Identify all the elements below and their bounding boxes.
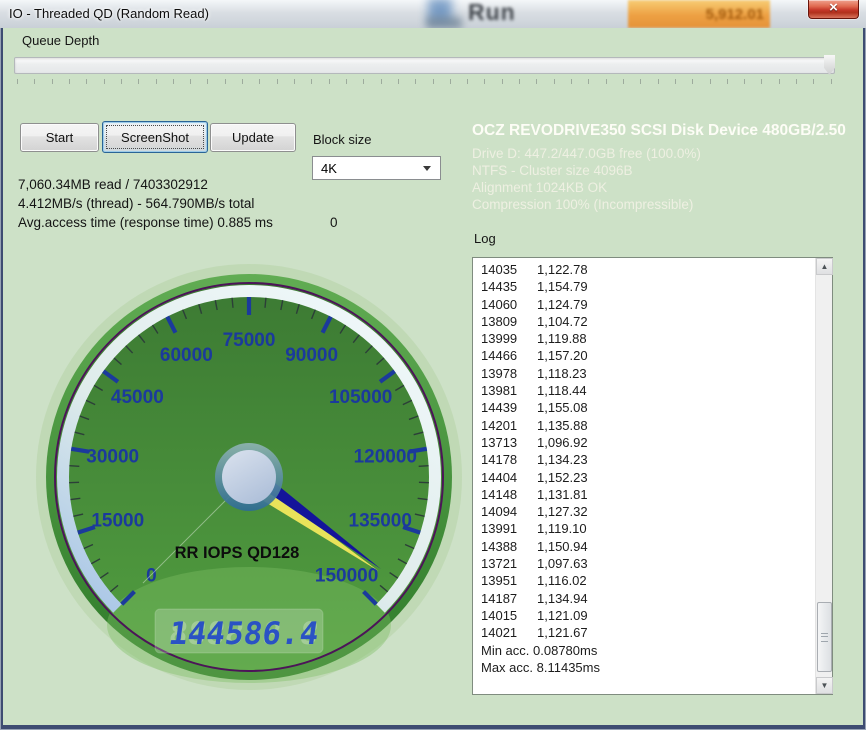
scroll-up-icon[interactable]: ▲ [816, 258, 833, 275]
block-size-label: Block size [313, 132, 372, 147]
list-item: 14435 1,154.79 [481, 279, 588, 295]
drive-detail-line: Compression 100% (Incompressible) [472, 197, 694, 212]
list-item: 14187 1,134.94 [481, 590, 588, 606]
dialog-body: Queue Depth Start ScreenShot Update Bloc… [3, 28, 863, 725]
gauge-hub [222, 450, 276, 504]
block-size-value: 4K [321, 160, 337, 176]
titlebar: Run 5,912.01 IO - Threaded QD (Random Re… [0, 0, 866, 28]
list-item: 14060 1,124.79 [481, 296, 588, 312]
drive-title: OCZ REVODRIVE350 SCSI Disk Device 480GB/… [472, 122, 846, 139]
log-listbox[interactable]: 14035 1,122.78 14435 1,154.79 14060 1,124.79 1… [472, 257, 833, 695]
access-time-text: Avg.access time (response time) 0.885 ms [18, 215, 273, 230]
scrollbar-grip [821, 633, 828, 642]
scrollbar-thumb[interactable] [817, 602, 832, 672]
list-summary: Min acc. 0.08780ms [481, 642, 598, 658]
drive-details: Drive D: 447.2/447.0GB free (100.0%) NTFS… [472, 145, 701, 213]
list-item: 14094 1,127.32 [481, 504, 588, 520]
drive-detail-line: NTFS - Cluster size 4096B [472, 163, 633, 178]
counter-value: 0 [330, 215, 338, 230]
list-item: 14466 1,157.20 [481, 348, 588, 364]
slider-ticks [17, 79, 832, 84]
app-window: Run 5,912.01 IO - Threaded QD (Random Re… [0, 0, 866, 730]
list-item: 14201 1,135.88 [481, 417, 588, 433]
list-item: 13981 1,118.44 [481, 383, 587, 399]
background-run-button-ghost: Run [468, 0, 516, 25]
svg-text:0: 0 [146, 566, 157, 587]
list-item: 14388 1,150.94 [481, 538, 588, 554]
svg-text:120000: 120000 [354, 446, 417, 467]
list-item: 13809 1,104.72 [481, 313, 588, 329]
read-total-text: 7,060.34MB read / 7403302912 [18, 177, 208, 192]
gauge-title: RR IOPS QD128 [175, 544, 300, 562]
svg-text:60000: 60000 [160, 345, 213, 366]
background-score-panel-ghost: 5,912.01 [628, 0, 770, 28]
iops-gauge: 0 15000 30000 45000 60000 75000 90000 105000 120… [36, 264, 462, 690]
list-item: 13978 1,118.23 [481, 365, 587, 381]
svg-text:105000: 105000 [329, 387, 392, 408]
drive-detail-line: Alignment 1024KB OK [472, 180, 608, 195]
list-item: 14178 1,134.23 [481, 452, 588, 468]
speed-text: 4.412MB/s (thread) - 564.790MB/s total [18, 196, 255, 211]
log-scrollbar[interactable]: ▲ ▼ [815, 258, 833, 694]
svg-text:150000: 150000 [315, 566, 378, 587]
queue-depth-label: Queue Depth [22, 33, 100, 48]
start-button[interactable]: Start [20, 123, 99, 152]
background-score-ghost: 5,912.01 [705, 5, 764, 23]
lcd-value: 144586.4 [167, 616, 321, 652]
list-item: 14015 1,121.09 [481, 607, 588, 623]
svg-text:135000: 135000 [349, 511, 412, 532]
screenshot-button[interactable]: ScreenShot [102, 121, 208, 153]
close-button[interactable]: × [808, 0, 859, 19]
svg-text:90000: 90000 [285, 345, 338, 366]
log-rows: 14035 1,122.78 14435 1,154.79 14060 1,124.79 1… [481, 261, 812, 676]
list-item: 14439 1,155.08 [481, 400, 588, 416]
block-size-select[interactable]: 4K [312, 156, 441, 180]
list-item: 14148 1,131.81 [481, 486, 588, 502]
chevron-down-icon [423, 166, 431, 171]
list-item: 13721 1,097.63 [481, 556, 588, 572]
list-item: 13999 1,119.88 [481, 331, 587, 347]
queue-depth-slider[interactable] [14, 57, 835, 74]
background-window-blur [426, 17, 462, 28]
update-button[interactable]: Update [210, 123, 296, 152]
list-item: 14021 1,121.67 [481, 625, 588, 641]
list-summary: Max acc. 8.11435ms [481, 659, 600, 675]
drive-detail-line: Drive D: 447.2/447.0GB free (100.0%) [472, 146, 701, 161]
log-label: Log [474, 231, 496, 246]
svg-text:15000: 15000 [91, 511, 144, 532]
list-item: 13991 1,119.10 [481, 521, 587, 537]
scroll-down-icon[interactable]: ▼ [816, 677, 833, 694]
svg-text:30000: 30000 [86, 446, 139, 467]
list-item: 14035 1,122.78 [481, 262, 588, 277]
list-item: 13951 1,116.02 [481, 573, 587, 589]
svg-text:75000: 75000 [223, 330, 276, 351]
close-icon: × [829, 0, 838, 16]
window-title: IO - Threaded QD (Random Read) [9, 6, 209, 21]
list-item: 14404 1,152.23 [481, 469, 588, 485]
svg-text:45000: 45000 [111, 387, 164, 408]
list-item: 13713 1,096.92 [481, 434, 588, 450]
screenshot-button-label: ScreenShot [121, 129, 189, 145]
